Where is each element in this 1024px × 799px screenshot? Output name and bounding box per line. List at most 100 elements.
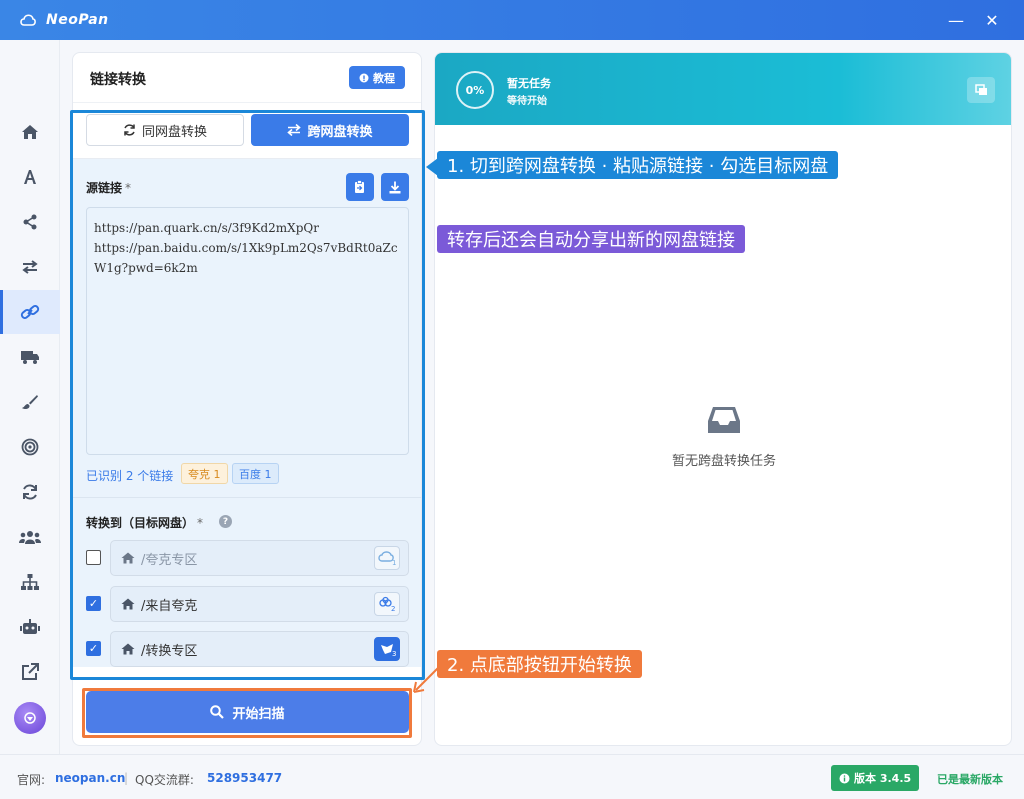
import-button[interactable]	[381, 173, 409, 201]
task-status: 暂无任务	[507, 77, 551, 90]
folder-checkbox-2[interactable]: ✓	[86, 596, 101, 611]
sidebar-item-refresh[interactable]	[0, 470, 60, 514]
folder-path-wrap: /夸克专区	[121, 549, 197, 568]
baidu-drive-icon: 2	[379, 596, 395, 612]
recognized-count: 已识别 2 个链接	[86, 469, 174, 483]
sidebar-item-target[interactable]	[0, 425, 60, 469]
empty-state-text: 暂无跨盘转换任务	[671, 454, 776, 469]
cloud-logo-icon	[18, 10, 38, 30]
link-convert-panel: 链接转换 教程 同网盘转换 跨网盘转换 源链接 * https://pan.qua…	[72, 52, 422, 746]
start-scan-label: 开始扫描	[232, 706, 285, 722]
tab-same-drive[interactable]: 同网盘转换	[86, 114, 244, 146]
refresh-icon	[23, 484, 37, 500]
inbox-icon	[708, 407, 740, 433]
target-drive-label: 转换到（目标网盘） *	[86, 514, 203, 531]
share-icon	[23, 214, 37, 230]
folder-checkbox-3[interactable]: ✓	[86, 641, 101, 656]
sidebar-item-users[interactable]	[0, 515, 60, 559]
sidebar-item-home[interactable]	[0, 110, 60, 154]
status-bar: 官网: neopan.cn | QQ交流群: 528953477 版本 3.4.…	[0, 754, 1024, 799]
tab-same-drive-label: 同网盘转换	[141, 124, 207, 140]
home-icon	[22, 125, 38, 139]
tutorial-button[interactable]: 教程	[349, 66, 405, 89]
panel-title: 链接转换	[90, 72, 146, 88]
home-icon	[121, 598, 135, 610]
drive-badge-1: 1	[374, 546, 400, 570]
target-folder-row[interactable]: /转换专区 3	[110, 631, 409, 667]
external-link-icon	[22, 663, 39, 680]
site-link[interactable]: neopan.cn	[55, 771, 125, 785]
collapse-icon	[974, 84, 987, 95]
version-label: 版本 3.4.5	[854, 772, 912, 785]
app-name: NeoPan	[46, 12, 109, 28]
sidebar-item-share[interactable]	[0, 200, 60, 244]
title-bar: NeoPan — ✕	[0, 0, 1024, 40]
close-button[interactable]: ✕	[982, 10, 1002, 30]
folder-path: /来自夸克	[141, 598, 198, 614]
home-icon	[121, 643, 135, 655]
target-folder-row[interactable]: /来自夸克 2	[110, 586, 409, 622]
link-icon	[20, 305, 40, 319]
sync-icon	[124, 124, 135, 136]
sidebar	[0, 40, 60, 754]
avatar-emblem-icon	[24, 712, 36, 724]
folder-path: /夸克专区	[141, 552, 198, 568]
tab-cross-drive-label: 跨网盘转换	[307, 124, 373, 140]
info-icon	[839, 773, 850, 783]
required-mark: *	[125, 181, 132, 195]
quark-count-badge: 夸克 1	[181, 463, 228, 484]
drive-badge-2: 2	[374, 592, 400, 616]
aliyun-drive-icon: 3	[381, 644, 396, 657]
sidebar-item-brush[interactable]	[0, 380, 60, 424]
paste-icon	[355, 180, 364, 193]
target-drive-section: 转换到（目标网盘） * ? /夸克专区 1 ✓ /来自夸克 2 ✓ /转换专区 …	[73, 497, 421, 667]
sidebar-item-link[interactable]	[0, 290, 60, 334]
tab-cross-drive[interactable]: 跨网盘转换	[251, 114, 409, 146]
folder-path-wrap: /转换专区	[121, 640, 197, 659]
target-required-mark: *	[197, 516, 204, 530]
paste-button[interactable]	[346, 173, 374, 201]
panel-header: 链接转换 教程	[73, 53, 421, 103]
cloud-drive-icon: 1	[378, 551, 396, 566]
baidu-count-badge: 百度 1	[232, 463, 279, 484]
font-icon	[24, 170, 36, 184]
sidebar-item-sitemap[interactable]	[0, 560, 60, 604]
target-icon	[21, 438, 39, 456]
source-links-textarea[interactable]: https://pan.quark.cn/s/3f9Kd2mXpQr https…	[86, 207, 409, 455]
qq-group-number[interactable]: 528953477	[207, 771, 282, 785]
checkmark-icon: ✓	[88, 597, 99, 610]
truck-icon	[21, 351, 39, 364]
user-avatar[interactable]	[14, 702, 46, 734]
task-header: 0% 暂无任务 等待开始	[435, 53, 1011, 125]
target-folder-row[interactable]: /夸克专区 1	[110, 540, 409, 576]
svg-text:2: 2	[391, 605, 395, 612]
source-link-section: 源链接 * https://pan.quark.cn/s/3f9Kd2mXpQr …	[73, 159, 421, 497]
target-drive-label-text: 转换到（目标网盘）	[86, 516, 195, 530]
folder-path-wrap: /来自夸克	[121, 595, 197, 614]
sidebar-item-truck[interactable]	[0, 335, 60, 379]
callout-step2: 2. 点底部按钮开始转换	[437, 650, 642, 678]
latest-version-text: 已是最新版本	[937, 773, 1003, 786]
start-scan-button[interactable]: 开始扫描	[86, 691, 409, 733]
task-list-button[interactable]	[967, 77, 995, 103]
folder-checkbox-1[interactable]	[86, 550, 101, 565]
version-badge[interactable]: 版本 3.4.5	[831, 765, 920, 791]
qq-group-label: QQ交流群:	[135, 773, 194, 787]
sidebar-item-font[interactable]	[0, 155, 60, 199]
help-icon[interactable]: ?	[219, 515, 232, 528]
progress-ring: 0%	[456, 71, 494, 109]
sitemap-icon	[21, 574, 39, 590]
minimize-button[interactable]: —	[946, 10, 966, 30]
exchange-icon	[287, 124, 302, 136]
folder-path: /转换专区	[141, 643, 198, 659]
robot-icon	[20, 619, 40, 634]
site-label: 官网:	[17, 773, 46, 787]
svg-text:1: 1	[392, 559, 396, 566]
sidebar-item-robot[interactable]	[0, 605, 60, 649]
brush-icon	[22, 395, 38, 410]
tutorial-label: 教程	[373, 71, 395, 85]
transfer-icon	[22, 260, 38, 274]
task-substatus: 等待开始	[507, 96, 547, 107]
sidebar-item-transfer[interactable]	[0, 245, 60, 289]
sidebar-item-external-link[interactable]	[0, 650, 60, 694]
